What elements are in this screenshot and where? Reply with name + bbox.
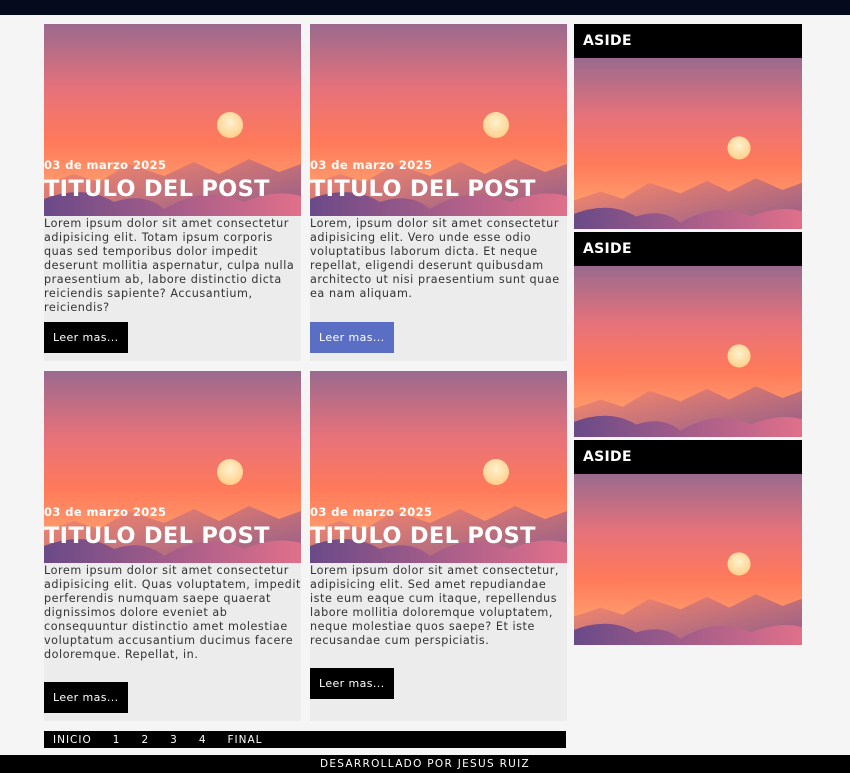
aside-image bbox=[574, 474, 802, 645]
aside-title: ASIDE bbox=[574, 440, 802, 474]
read-more-button[interactable]: Leer mas... bbox=[310, 322, 394, 353]
post-date: 03 de marzo 2025 bbox=[310, 158, 433, 172]
post-date: 03 de marzo 2025 bbox=[310, 505, 433, 519]
post-excerpt: Lorem ipsum dolor sit amet consectetur, … bbox=[310, 564, 559, 647]
post-title[interactable]: TITULO DEL POST bbox=[44, 176, 270, 202]
read-more-button[interactable]: Leer mas... bbox=[310, 668, 394, 699]
post-excerpt: Lorem ipsum dolor sit amet consectetur a… bbox=[44, 217, 295, 314]
aside-block: ASIDE bbox=[574, 440, 802, 645]
footer: DESARROLLADO POR JESUS RUIZ bbox=[0, 755, 850, 773]
post-title[interactable]: TITULO DEL POST bbox=[44, 523, 270, 549]
main-content: 03 de marzo 2025 TITULO DEL POST Lorem i… bbox=[0, 15, 850, 755]
aside-image-scene bbox=[574, 474, 802, 645]
pagination: INICIO 1 2 3 4 FINAL bbox=[44, 731, 566, 748]
pagination-first[interactable]: INICIO bbox=[53, 734, 92, 746]
aside-block: ASIDE bbox=[574, 232, 802, 437]
post-date: 03 de marzo 2025 bbox=[44, 158, 167, 172]
post-card: 03 de marzo 2025 TITULO DEL POST Lorem i… bbox=[310, 371, 567, 721]
pagination-page-1[interactable]: 1 bbox=[113, 734, 121, 746]
post-card: 03 de marzo 2025 TITULO DEL POST Lorem, … bbox=[310, 24, 567, 361]
read-more-button[interactable]: Leer mas... bbox=[44, 322, 128, 353]
read-more-button[interactable]: Leer mas... bbox=[44, 682, 128, 713]
aside-image-scene bbox=[574, 266, 802, 437]
aside-title: ASIDE bbox=[574, 232, 802, 266]
pagination-page-2[interactable]: 2 bbox=[141, 734, 149, 746]
aside-image bbox=[574, 266, 802, 437]
post-excerpt: Lorem, ipsum dolor sit amet consectetur … bbox=[310, 217, 560, 300]
post-card: 03 de marzo 2025 TITULO DEL POST Lorem i… bbox=[44, 371, 301, 721]
aside-image bbox=[574, 58, 802, 229]
aside-title: ASIDE bbox=[574, 24, 802, 58]
post-card: 03 de marzo 2025 TITULO DEL POST Lorem i… bbox=[44, 24, 301, 361]
aside-image-scene bbox=[574, 58, 802, 229]
post-title[interactable]: TITULO DEL POST bbox=[310, 523, 536, 549]
pagination-page-4[interactable]: 4 bbox=[199, 734, 207, 746]
post-excerpt: Lorem ipsum dolor sit amet consectetur a… bbox=[44, 564, 301, 661]
top-bar bbox=[0, 0, 850, 15]
aside-block: ASIDE bbox=[574, 24, 802, 229]
footer-text: DESARROLLADO POR JESUS RUIZ bbox=[319, 758, 531, 770]
pagination-last[interactable]: FINAL bbox=[228, 734, 263, 746]
pagination-page-3[interactable]: 3 bbox=[170, 734, 178, 746]
post-title[interactable]: TITULO DEL POST bbox=[310, 176, 536, 202]
post-date: 03 de marzo 2025 bbox=[44, 505, 167, 519]
